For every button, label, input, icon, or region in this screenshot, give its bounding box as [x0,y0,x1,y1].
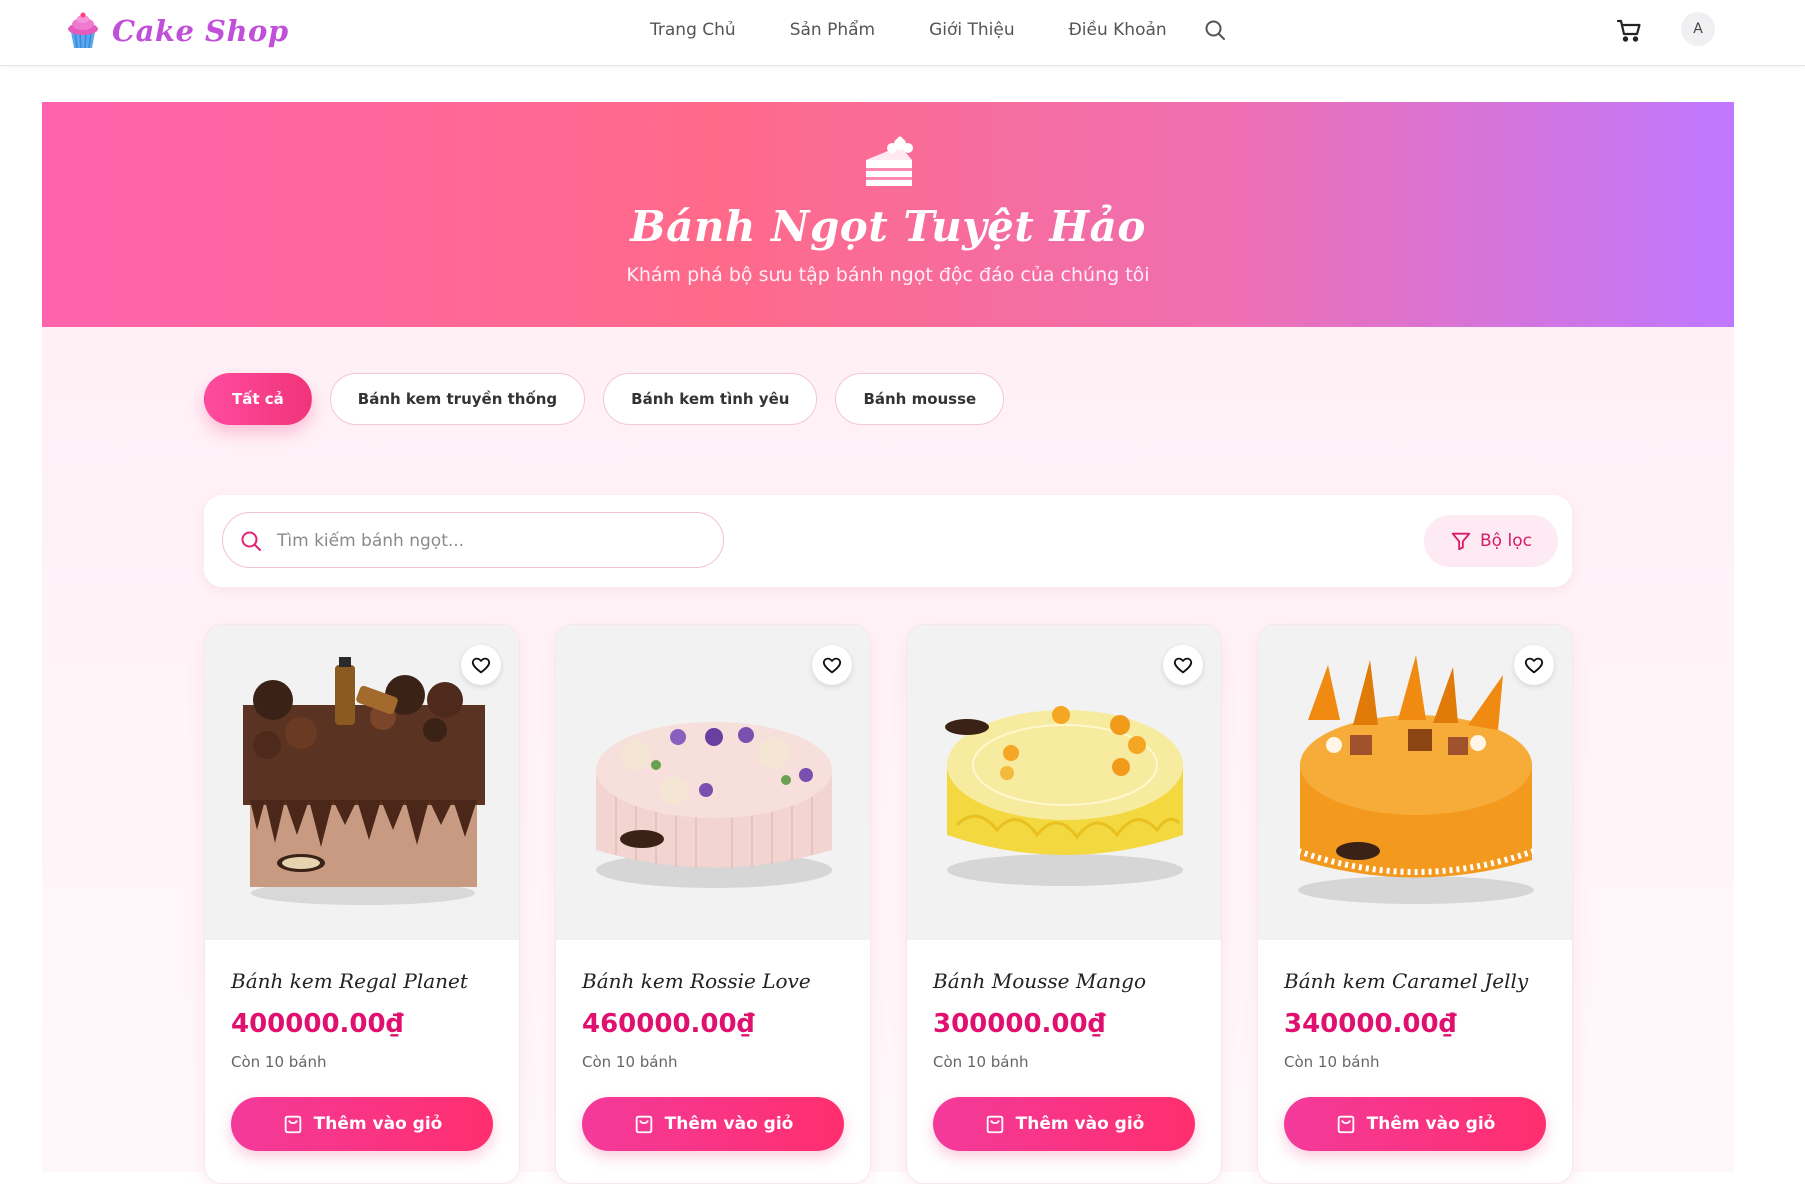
cupcake-logo-icon [68,12,98,49]
shopping-bag-icon [1337,1115,1354,1134]
brand-name: Cake Shop [112,14,289,48]
product-name: Bánh kem Caramel Jelly [1284,969,1529,993]
favorite-button[interactable] [1163,645,1203,685]
product-price: 460000.00₫ [582,1009,755,1039]
product-stock: Còn 10 bánh [231,1053,327,1071]
product-card[interactable]: Bánh Mousse Mango 300000.00₫ Còn 10 bánh… [906,624,1222,1184]
product-section: Tất cả Bánh kem truyền thống Bánh kem tì… [42,327,1734,1184]
nav-item-terms[interactable]: Điều Khoản [1069,20,1167,40]
category-chip-love[interactable]: Bánh kem tình yêu [603,373,818,425]
shopping-bag-icon [635,1115,652,1134]
product-card[interactable]: Bánh kem Caramel Jelly 340000.00₫ Còn 10… [1257,624,1573,1184]
product-name: Bánh Mousse Mango [933,969,1146,993]
product-stock: Còn 10 bánh [933,1053,1029,1071]
search-box[interactable] [222,512,724,568]
cake-slice-icon [866,136,913,186]
filter-button[interactable]: Bộ lọc [1424,515,1558,567]
shopping-bag-icon [284,1115,301,1134]
avatar-initial: A [1693,21,1703,37]
add-to-cart-button[interactable]: Thêm vào giỏ [582,1097,844,1151]
category-filter: Tất cả Bánh kem truyền thống Bánh kem tì… [204,373,1022,425]
product-card[interactable]: Bánh kem Regal Planet 400000.00₫ Còn 10 … [204,624,520,1184]
add-to-cart-label: Thêm vào giỏ [1015,1114,1145,1134]
product-price: 400000.00₫ [231,1009,404,1039]
top-navbar: Cake Shop Trang Chủ Sản Phẩm Giới Thiệu … [0,0,1805,66]
product-name: Bánh kem Rossie Love [582,969,811,993]
main-nav: Trang Chủ Sản Phẩm Giới Thiệu Điều Khoản [650,0,1221,60]
search-icon[interactable] [1203,18,1227,42]
product-price: 300000.00₫ [933,1009,1106,1039]
heart-icon [471,657,491,674]
product-price: 340000.00₫ [1284,1009,1457,1039]
search-input[interactable] [277,521,707,561]
add-to-cart-button[interactable]: Thêm vào giỏ [1284,1097,1546,1151]
heart-icon [822,657,842,674]
hero-banner: Bánh Ngọt Tuyệt Hảo Khám phá bộ sưu tập … [42,102,1734,327]
add-to-cart-button[interactable]: Thêm vào giỏ [933,1097,1195,1151]
product-stock: Còn 10 bánh [1284,1053,1380,1071]
product-card[interactable]: Bánh kem Rossie Love 460000.00₫ Còn 10 b… [555,624,871,1184]
favorite-button[interactable] [461,645,501,685]
category-chip-all[interactable]: Tất cả [204,373,312,425]
category-chip-mousse[interactable]: Bánh mousse [835,373,1005,425]
cart-icon[interactable] [1615,16,1643,44]
hero-subtitle: Khám phá bộ sưu tập bánh ngọt độc đáo củ… [626,264,1150,286]
favorite-button[interactable] [812,645,852,685]
filter-label: Bộ lọc [1480,531,1532,551]
heart-icon [1173,657,1193,674]
product-name: Bánh kem Regal Planet [231,969,468,993]
avatar[interactable]: A [1681,12,1715,46]
nav-item-home[interactable]: Trang Chủ [650,20,736,40]
heart-icon [1524,657,1544,674]
add-to-cart-button[interactable]: Thêm vào giỏ [231,1097,493,1151]
hero-title: Bánh Ngọt Tuyệt Hảo [630,202,1146,251]
product-stock: Còn 10 bánh [582,1053,678,1071]
brand[interactable]: Cake Shop [66,12,289,50]
filter-icon [1451,532,1471,551]
favorite-button[interactable] [1514,645,1554,685]
category-chip-traditional[interactable]: Bánh kem truyền thống [329,373,586,425]
search-panel: Bộ lọc [204,495,1572,587]
nav-item-products[interactable]: Sản Phẩm [790,20,875,40]
nav-item-about[interactable]: Giới Thiệu [929,20,1015,40]
search-icon [241,531,261,551]
add-to-cart-label: Thêm vào giỏ [664,1114,794,1134]
add-to-cart-label: Thêm vào giỏ [1366,1114,1496,1134]
shopping-bag-icon [986,1115,1003,1134]
add-to-cart-label: Thêm vào giỏ [313,1114,443,1134]
